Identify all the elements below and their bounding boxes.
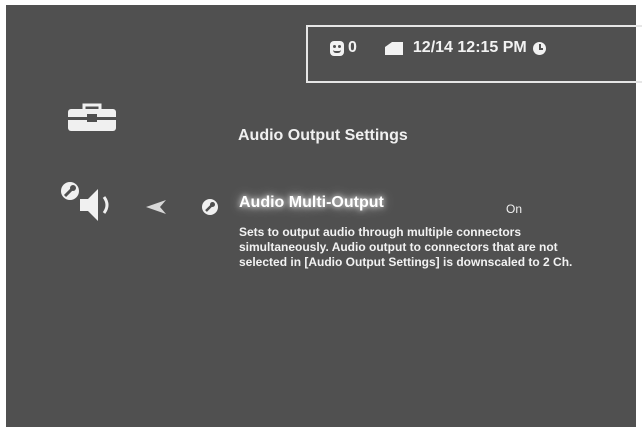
speaker-settings-icon[interactable]	[60, 181, 122, 223]
clock-icon	[532, 41, 546, 55]
mail-icon	[384, 41, 403, 55]
datetime: 12/14 12:15 PM	[412, 39, 527, 56]
status-row: 0 12/14 12:15 PM	[330, 38, 546, 58]
message-count: 0	[348, 39, 357, 56]
face-icon	[330, 40, 344, 56]
wrench-icon	[202, 199, 218, 215]
setting-item-description: Sets to output audio through multiple co…	[239, 225, 573, 269]
toolbox-icon	[68, 103, 116, 131]
status-bar: 0 12/14 12:15 PM	[306, 25, 642, 83]
setting-item-title[interactable]: Audio Multi-Output	[239, 194, 384, 212]
arrow-left-icon[interactable]	[146, 200, 166, 214]
page-title: Audio Output Settings	[238, 127, 408, 144]
settings-screen: 0 12/14 12:15 PM Audio Output Settings A…	[6, 5, 642, 427]
setting-item-value[interactable]: On	[506, 202, 522, 216]
